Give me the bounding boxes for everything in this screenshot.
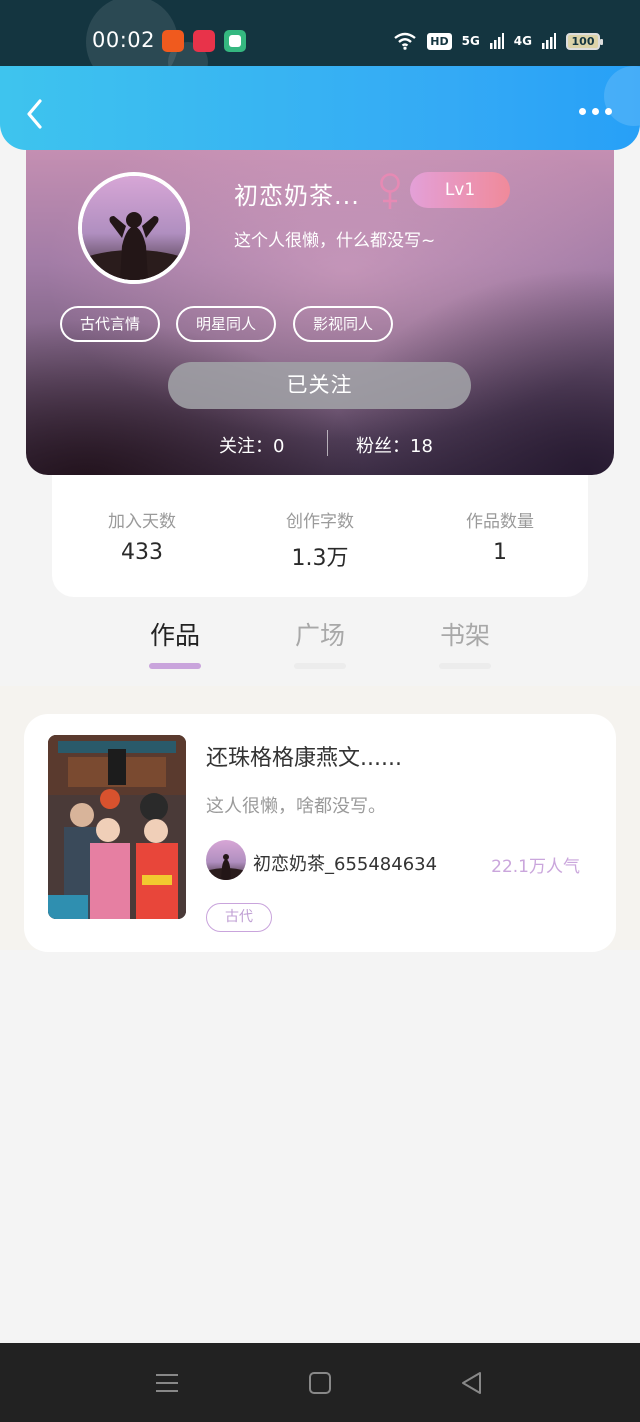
stat-label: 作品数量 — [466, 512, 534, 532]
dot — [579, 108, 586, 115]
work-cover-image[interactable] — [48, 735, 186, 919]
avatar[interactable] — [78, 172, 190, 284]
stat-label: 创作字数 — [286, 512, 354, 532]
notification-app-icon — [224, 30, 246, 52]
work-description: 这人很懒，啥都没写。 — [206, 796, 386, 817]
stat-word-count: 创作字数 1.3万 — [230, 507, 410, 572]
dot — [592, 108, 599, 115]
stat-days-joined: 加入天数 433 — [52, 507, 232, 565]
tag-ancient-romance[interactable]: 古代言情 — [60, 306, 161, 342]
signal-icon — [489, 33, 504, 49]
stat-label: 加入天数 — [108, 512, 176, 532]
network-5g-label: 5G — [461, 34, 480, 48]
stats-card: 加入天数 433 创作字数 1.3万 作品数量 1 — [52, 475, 588, 597]
dot — [605, 108, 612, 115]
follow-stats: 关注：0 粉丝：18 — [26, 430, 614, 458]
header-bubble — [604, 66, 640, 126]
top-header — [0, 66, 640, 150]
cover-illustration — [48, 735, 186, 919]
battery-icon: 100 — [566, 32, 603, 50]
following-count[interactable]: 关注：0 — [219, 432, 284, 458]
username: 初恋奶茶... — [234, 182, 360, 210]
signal-icon — [542, 33, 556, 49]
stat-value: 1.3万 — [291, 546, 349, 571]
tab-works[interactable]: 作品 — [125, 616, 225, 652]
work-card[interactable]: 还珠格格康燕文...... 这人很懒，啥都没写。 初恋奶茶_655484634 … — [24, 714, 616, 952]
follow-button[interactable]: 已关注 — [168, 362, 471, 409]
stat-value: 433 — [121, 540, 163, 565]
tab-bookshelf[interactable]: 书架 — [415, 616, 515, 652]
status-bar: 00:02 HD 5G 4G 100 — [0, 0, 640, 88]
tab-square[interactable]: 广场 — [270, 616, 370, 652]
fans-count[interactable]: 粉丝：18 — [356, 432, 433, 458]
status-time: 00:02 — [92, 28, 156, 52]
tag-tv-fanfic[interactable]: 影视同人 — [293, 306, 394, 342]
hd-badge: HD — [427, 32, 452, 50]
author-name[interactable]: 初恋奶茶_655484634 — [253, 850, 437, 876]
system-nav-bar — [0, 1343, 640, 1422]
notification-app-icon — [193, 30, 215, 52]
work-title[interactable]: 还珠格格康燕文...... — [206, 740, 402, 772]
tag-celebrity-fanfic[interactable]: 明星同人 — [176, 306, 277, 342]
author-avatar-image — [206, 840, 246, 880]
tab-underline-active — [149, 663, 201, 669]
profile-card: 初恋奶茶... Lv1 这个人很懒，什么都没写~ 古代言情 明星同人 影视同人 … — [26, 150, 614, 475]
home-square-icon[interactable] — [306, 1369, 334, 1397]
menu-icon[interactable] — [153, 1369, 181, 1397]
stat-value: 1 — [493, 540, 507, 565]
author-avatar[interactable] — [206, 840, 246, 880]
genre-tag[interactable]: 古代 — [206, 903, 272, 932]
wifi-icon — [394, 32, 416, 50]
popularity-count: 22.1万人气 — [491, 857, 580, 877]
divider — [327, 430, 328, 456]
more-icon[interactable] — [579, 108, 612, 115]
female-icon — [380, 173, 400, 209]
status-indicators: HD 5G 4G 100 — [393, 30, 603, 52]
tab-underline — [294, 663, 346, 669]
level-badge: Lv1 — [410, 172, 510, 208]
network-4g-label: 4G — [513, 34, 532, 48]
stat-works-count: 作品数量 1 — [410, 507, 590, 565]
avatar-image — [82, 176, 186, 280]
back-icon[interactable] — [22, 96, 50, 132]
tab-underline — [439, 663, 491, 669]
back-triangle-icon[interactable] — [458, 1369, 486, 1397]
notification-app-icon — [162, 30, 184, 52]
user-signature: 这个人很懒，什么都没写~ — [234, 231, 436, 251]
